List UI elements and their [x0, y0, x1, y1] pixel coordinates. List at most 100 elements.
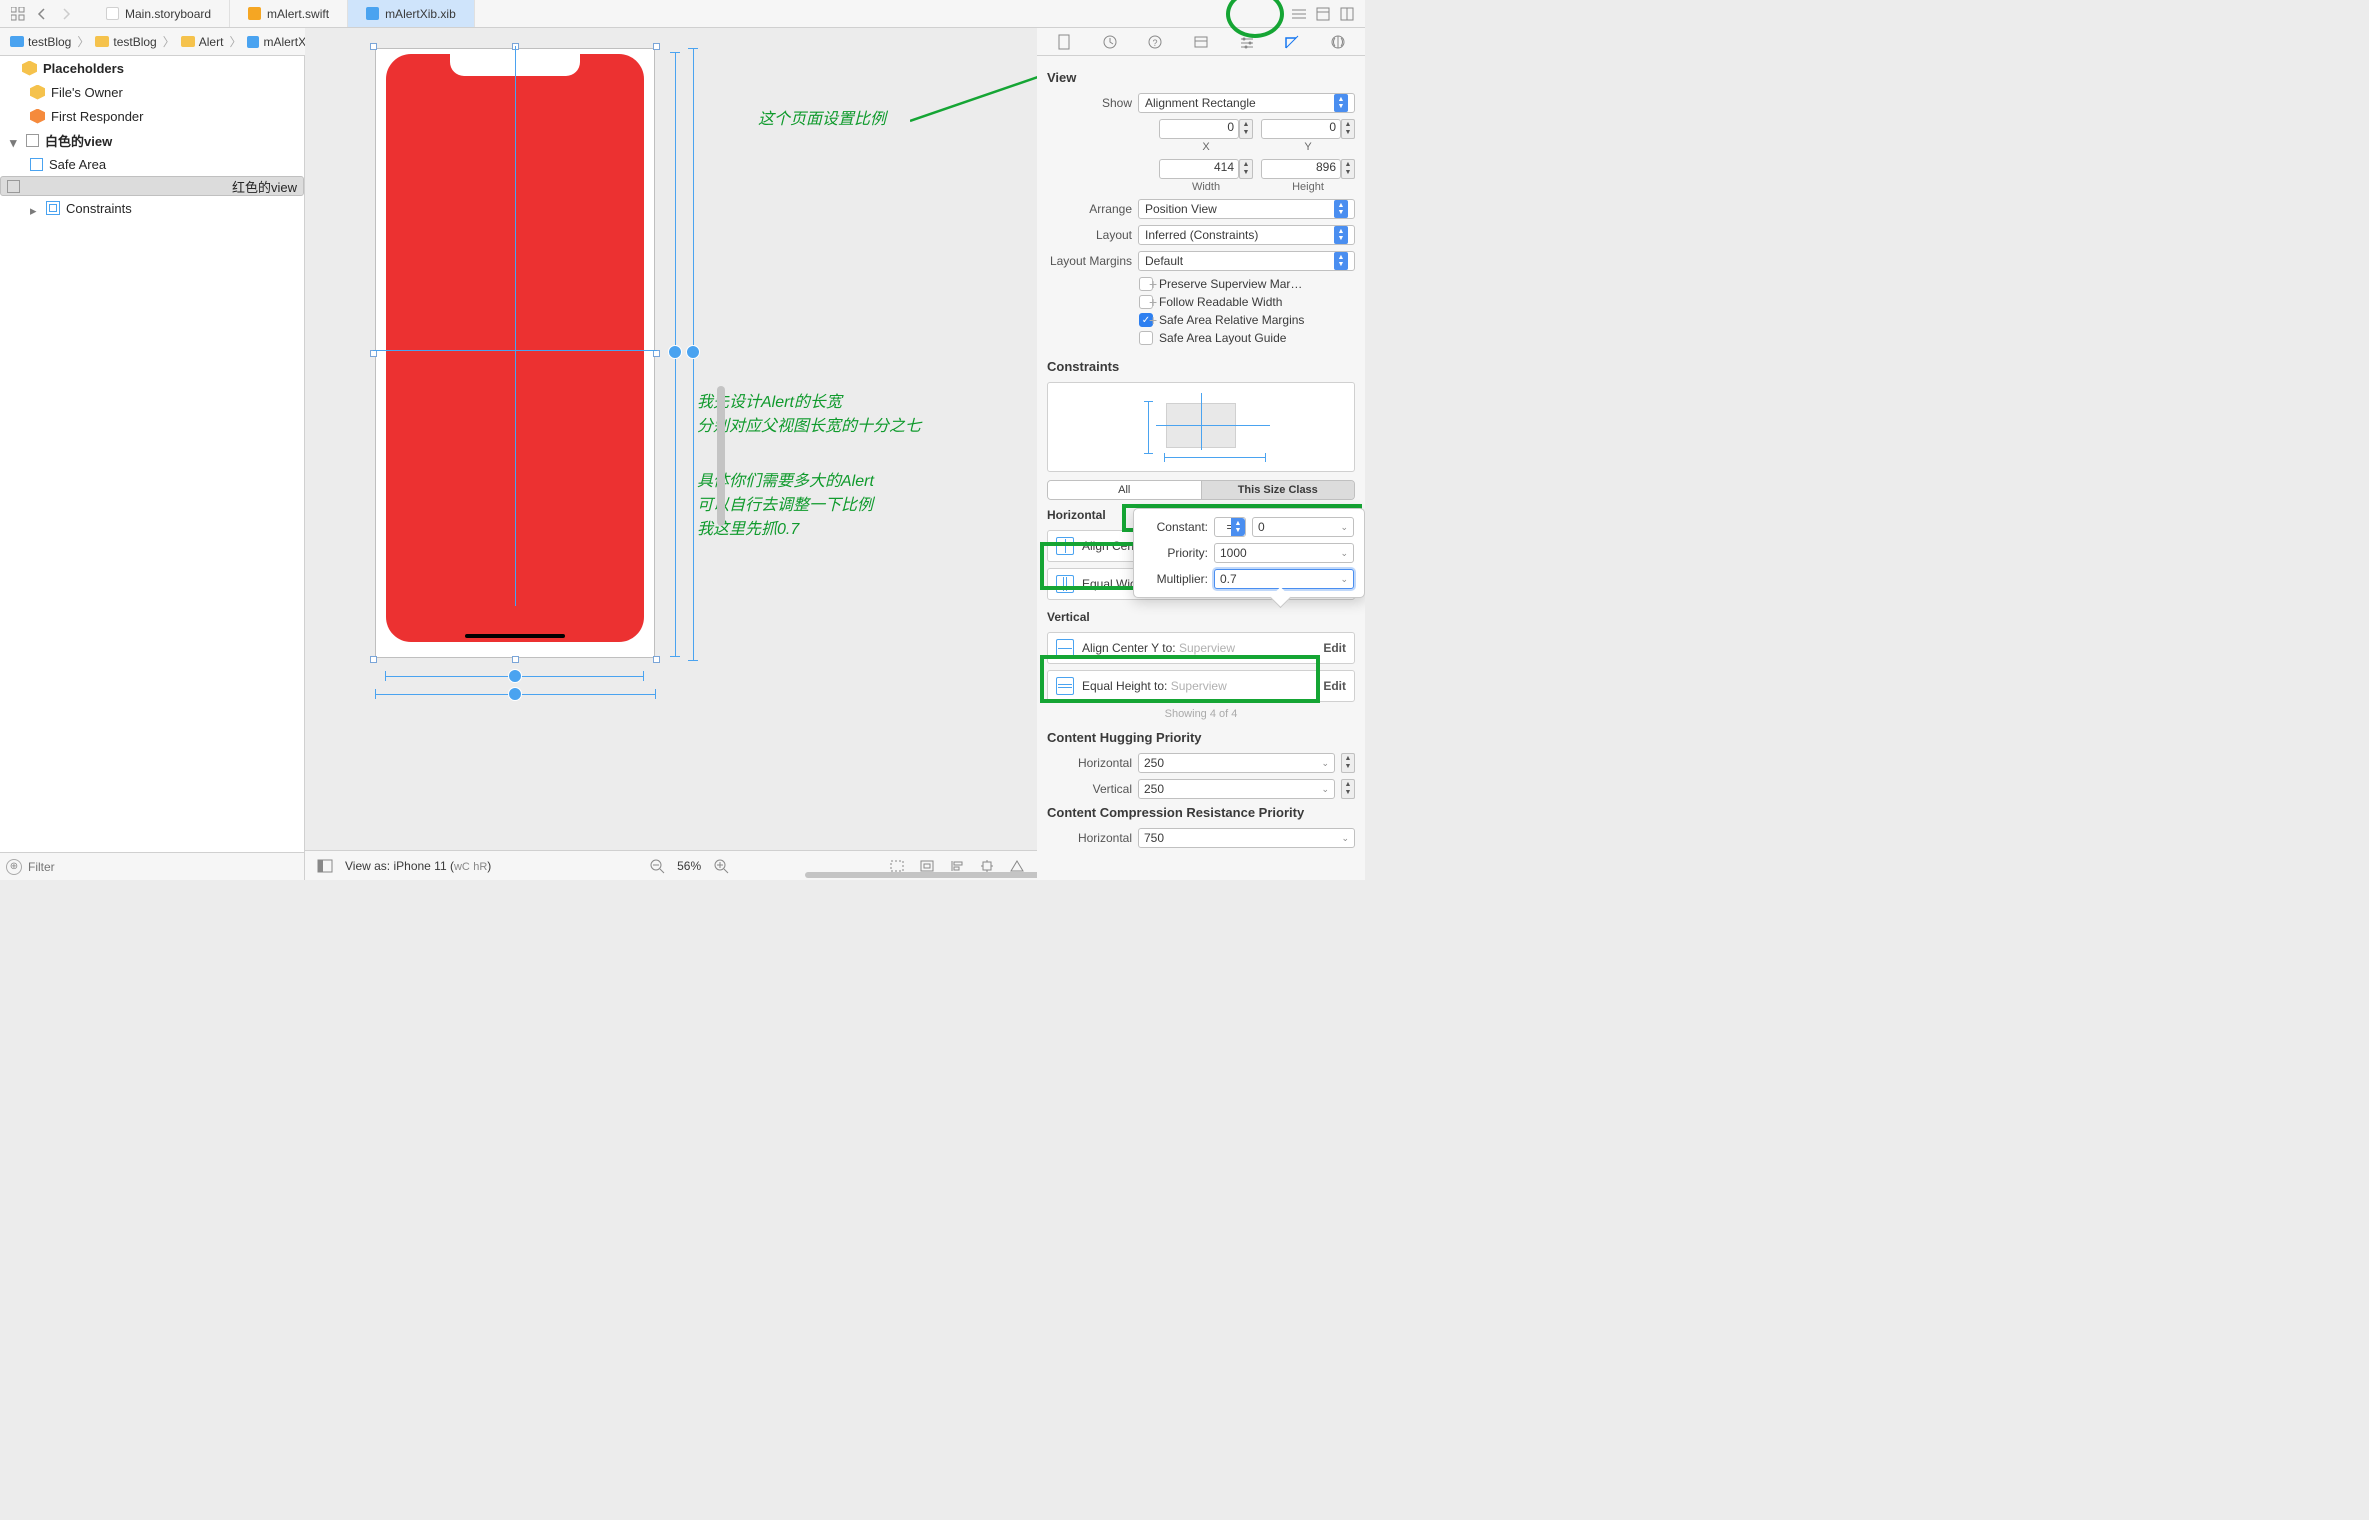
constant-input[interactable]: 0⌄ — [1252, 517, 1354, 537]
editor-options-icon[interactable] — [1287, 3, 1311, 25]
placeholders-header[interactable]: Placeholders — [0, 56, 304, 80]
vertical-constraints-title: Vertical — [1047, 610, 1355, 624]
x-input[interactable]: 0 — [1159, 119, 1239, 139]
height-stepper[interactable] — [1341, 159, 1355, 179]
disclosure-icon[interactable] — [30, 203, 40, 213]
x-stepper[interactable] — [1239, 119, 1253, 139]
help-inspector-tab[interactable]: ? — [1144, 31, 1166, 53]
zoom-in-icon[interactable] — [711, 857, 731, 875]
breadcrumb-item[interactable]: Alert — [181, 35, 224, 49]
y-stepper[interactable] — [1341, 119, 1355, 139]
constraints-diagram[interactable] — [1047, 382, 1355, 472]
constraint-pill[interactable] — [508, 669, 522, 683]
chp-vertical-input[interactable]: 250⌄ — [1138, 779, 1335, 799]
connections-inspector-tab[interactable] — [1327, 31, 1349, 53]
view-icon — [26, 134, 39, 147]
file-inspector-tab[interactable] — [1053, 31, 1075, 53]
showing-count: Showing 4 of 4 — [1047, 708, 1355, 720]
constraints-scope-segment[interactable]: All This Size Class — [1047, 480, 1355, 500]
toggle-outline-icon[interactable] — [315, 857, 335, 875]
outline-first-responder[interactable]: First Responder — [0, 104, 304, 128]
disclosure-icon[interactable] — [10, 135, 20, 145]
inspector-panel: ? View Show Alignment Rectangle 0X 0Y — [1037, 28, 1365, 880]
outline-red-view[interactable]: 红色的view — [0, 176, 304, 196]
layout-select[interactable]: Inferred (Constraints) — [1138, 225, 1355, 245]
horizontal-scrollbar[interactable] — [615, 872, 707, 878]
tab-main-storyboard[interactable]: Main.storyboard — [88, 0, 230, 27]
priority-input[interactable]: 1000⌄ — [1214, 543, 1354, 563]
dropdown-arrows-icon — [1231, 518, 1245, 536]
constraint-pill[interactable] — [668, 345, 682, 359]
filter-icon[interactable]: ⊕ — [6, 859, 22, 875]
relation-select[interactable]: = — [1214, 517, 1246, 537]
show-select[interactable]: Alignment Rectangle — [1138, 93, 1355, 113]
chp-horizontal-input[interactable]: 250⌄ — [1138, 753, 1335, 773]
align-center-y-icon — [1056, 639, 1074, 657]
segment-all[interactable]: All — [1048, 481, 1201, 499]
section-view-title: View — [1047, 70, 1355, 85]
constraint-edit-popover: Constant: = 0⌄ Priority: 1000⌄ Multiplie… — [1133, 508, 1365, 598]
attributes-inspector-tab[interactable] — [1236, 31, 1258, 53]
edit-button[interactable]: Edit — [1323, 641, 1346, 655]
breadcrumb-item[interactable]: testBlog — [10, 35, 71, 49]
add-variation-icon[interactable]: + — [1149, 312, 1157, 328]
segment-this-size-class[interactable]: This Size Class — [1201, 481, 1355, 499]
constraint-pill[interactable] — [508, 687, 522, 701]
chp-v-stepper[interactable] — [1341, 779, 1355, 799]
edit-button[interactable]: Edit — [1323, 679, 1346, 693]
home-indicator — [465, 634, 565, 638]
file-tabs: Main.storyboard mAlert.swift mAlertXib.x… — [88, 0, 475, 27]
tab-malert-swift[interactable]: mAlert.swift — [230, 0, 348, 27]
outline-constraints[interactable]: Constraints — [0, 196, 304, 220]
y-input[interactable]: 0 — [1261, 119, 1341, 139]
vertical-scrollbar[interactable] — [717, 86, 725, 820]
constraint-align-center-y[interactable]: Align Center Y to: Superview Edit — [1047, 632, 1355, 664]
add-variation-icon[interactable]: + — [1149, 276, 1157, 292]
inspector-tabs: ? — [1037, 28, 1365, 56]
annotation-text: 这个页面设置比例 — [758, 108, 886, 132]
constraint-equal-height[interactable]: Equal Height to: Superview Edit — [1047, 670, 1355, 702]
safearea-guide-checkbox[interactable] — [1139, 331, 1153, 345]
view-icon — [7, 180, 20, 193]
arrange-select[interactable]: Position View — [1138, 199, 1355, 219]
folder-icon — [10, 36, 24, 47]
tab-malert-xib[interactable]: mAlertXib.xib — [348, 0, 475, 27]
breadcrumb-item[interactable]: testBlog — [95, 35, 156, 49]
outline-files-owner[interactable]: File's Owner — [0, 80, 304, 104]
width-input[interactable]: 414 — [1159, 159, 1239, 179]
outline-filter-bar: ⊕ — [0, 852, 304, 880]
outline-safe-area[interactable]: Safe Area — [0, 152, 304, 176]
related-items-icon[interactable] — [6, 3, 30, 25]
outline-white-view[interactable]: 白色的view — [0, 128, 304, 152]
view-as-label[interactable]: View as: iPhone 11 (wC hR) — [345, 859, 491, 873]
top-toolbar: Main.storyboard mAlert.swift mAlertXib.x… — [0, 0, 1365, 28]
multiplier-input[interactable]: 0.7⌄ — [1214, 569, 1354, 589]
chp-horizontal-label: Horizontal — [1047, 756, 1132, 770]
zoom-level[interactable]: 56% — [677, 859, 701, 873]
identity-inspector-tab[interactable] — [1190, 31, 1212, 53]
multiplier-label: Multiplier: — [1144, 572, 1208, 586]
layout-margins-select[interactable]: Default — [1138, 251, 1355, 271]
adjust-editor-icon[interactable] — [1311, 3, 1335, 25]
chp-h-stepper[interactable] — [1341, 753, 1355, 773]
height-input[interactable]: 896 — [1261, 159, 1341, 179]
history-inspector-tab[interactable] — [1099, 31, 1121, 53]
ccrp-horizontal-input[interactable]: 750⌄ — [1138, 828, 1355, 848]
canvas-column: 这个页面设置比例 我先设计Alert的长宽 分别对应父视图长宽的十分之七 具体你… — [305, 28, 1037, 880]
add-variation-icon[interactable]: + — [1149, 294, 1157, 310]
dropdown-arrows-icon — [1334, 252, 1348, 270]
nav-back-button[interactable] — [30, 3, 54, 25]
size-inspector-tab[interactable] — [1281, 31, 1303, 53]
filter-input[interactable] — [28, 860, 298, 874]
equal-height-icon — [1056, 677, 1074, 695]
width-stepper[interactable] — [1239, 159, 1253, 179]
priority-label: Priority: — [1144, 546, 1208, 560]
folder-icon — [181, 36, 195, 47]
constraint-pill[interactable] — [686, 345, 700, 359]
nav-forward-button[interactable] — [54, 3, 78, 25]
cube-icon — [30, 85, 45, 100]
arrange-label: Arrange — [1047, 202, 1132, 216]
canvas[interactable]: 这个页面设置比例 我先设计Alert的长宽 分别对应父视图长宽的十分之七 具体你… — [305, 28, 1037, 850]
add-editor-icon[interactable] — [1335, 3, 1359, 25]
constraints-icon — [46, 201, 60, 215]
